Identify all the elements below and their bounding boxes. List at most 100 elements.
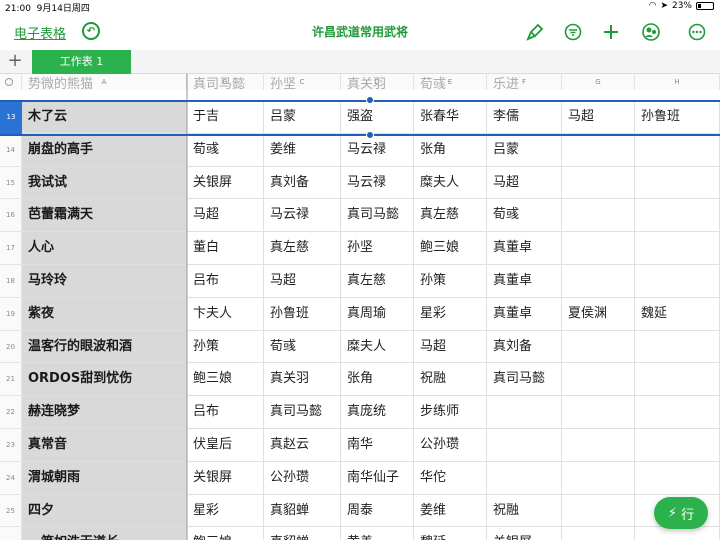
row-header-23[interactable]: 23 bbox=[0, 429, 22, 462]
general-cell[interactable] bbox=[487, 429, 562, 462]
general-cell[interactable]: 荀彧 bbox=[264, 330, 341, 364]
row-header-25[interactable]: 25 bbox=[0, 494, 22, 528]
column-header-f[interactable]: F bbox=[487, 74, 562, 90]
general-cell[interactable]: 吕布 bbox=[187, 396, 264, 429]
player-name-cell[interactable]: 四夕 bbox=[22, 494, 187, 528]
general-cell[interactable] bbox=[487, 461, 562, 495]
general-cell[interactable]: 关银屏 bbox=[187, 166, 264, 200]
player-name-cell[interactable]: ORDOS甜到忧伤 bbox=[22, 363, 187, 397]
add-sheet-button[interactable]: + bbox=[5, 50, 25, 74]
general-cell[interactable]: 真董卓 bbox=[487, 265, 562, 298]
column-header-a[interactable]: A bbox=[22, 74, 187, 90]
player-name-cell[interactable]: 木了云 bbox=[22, 101, 187, 134]
row-header-14[interactable]: 14 bbox=[0, 133, 22, 167]
player-name-cell[interactable]: 芭蕾霜满天 bbox=[22, 199, 187, 233]
general-cell[interactable]: 马超 bbox=[187, 199, 264, 233]
player-name-cell[interactable]: 温客行的眼波和酒 bbox=[22, 330, 187, 364]
general-cell[interactable]: 吕蒙 bbox=[487, 133, 562, 167]
general-cell[interactable]: 关银屏 bbox=[187, 461, 264, 495]
general-cell[interactable] bbox=[562, 363, 635, 397]
general-cell[interactable]: 糜夫人 bbox=[341, 330, 414, 364]
general-cell[interactable]: 南华 bbox=[341, 429, 414, 462]
general-cell[interactable] bbox=[562, 265, 635, 298]
general-cell[interactable]: 鲍三娘 bbox=[187, 363, 264, 397]
general-cell[interactable]: 魏延 bbox=[635, 297, 720, 331]
player-name-cell[interactable]: 我试试 bbox=[22, 166, 187, 200]
player-name-cell[interactable]: 一笑如浩无道长 bbox=[22, 527, 187, 540]
general-cell[interactable]: 华佗 bbox=[414, 461, 487, 495]
general-cell[interactable]: 公孙瓒 bbox=[264, 461, 341, 495]
sheet-tab[interactable]: 工作表 1 bbox=[32, 50, 131, 74]
filter-icon[interactable] bbox=[562, 21, 584, 43]
row-header-13[interactable]: 13 bbox=[0, 101, 22, 134]
general-cell[interactable]: 马超 bbox=[562, 101, 635, 134]
row-header-20[interactable]: 20 bbox=[0, 330, 22, 364]
general-cell[interactable]: 董白 bbox=[187, 232, 264, 265]
general-cell[interactable]: 真貂蝉 bbox=[264, 494, 341, 528]
general-cell[interactable]: 星彩 bbox=[414, 297, 487, 331]
general-cell[interactable]: 荀彧 bbox=[187, 133, 264, 167]
general-cell[interactable]: 公孙瓒 bbox=[414, 429, 487, 462]
row-header-17[interactable]: 17 bbox=[0, 232, 22, 265]
general-cell[interactable]: 真左慈 bbox=[341, 265, 414, 298]
player-name-cell[interactable]: 崩盘的高手 bbox=[22, 133, 187, 167]
selection-handle-top[interactable] bbox=[366, 96, 374, 104]
player-name-cell[interactable]: 紫夜 bbox=[22, 297, 187, 331]
general-cell[interactable]: 孙坚 bbox=[341, 232, 414, 265]
general-cell[interactable]: 关银屏 bbox=[487, 527, 562, 540]
general-cell[interactable]: 真司马懿 bbox=[341, 199, 414, 233]
general-cell[interactable]: 李儒 bbox=[487, 101, 562, 134]
general-cell[interactable]: 孙鲁班 bbox=[635, 101, 720, 134]
row-header-19[interactable]: 19 bbox=[0, 297, 22, 331]
general-cell[interactable] bbox=[562, 330, 635, 364]
general-cell[interactable]: 于吉 bbox=[187, 101, 264, 134]
general-cell[interactable]: 马超 bbox=[414, 330, 487, 364]
general-cell[interactable]: 步练师 bbox=[414, 396, 487, 429]
general-cell[interactable]: 真董卓 bbox=[487, 297, 562, 331]
general-cell[interactable]: 强盗 bbox=[341, 101, 414, 134]
general-cell[interactable] bbox=[635, 133, 720, 167]
general-cell[interactable] bbox=[487, 396, 562, 429]
general-cell[interactable]: 孙策 bbox=[187, 330, 264, 364]
general-cell[interactable]: 荀彧 bbox=[487, 199, 562, 233]
general-cell[interactable]: 星彩 bbox=[187, 494, 264, 528]
general-cell[interactable]: 真刘备 bbox=[264, 166, 341, 200]
selection-handle-bottom[interactable] bbox=[366, 130, 374, 139]
general-cell[interactable] bbox=[562, 133, 635, 167]
general-cell[interactable]: 吕蒙 bbox=[264, 101, 341, 134]
general-cell[interactable] bbox=[635, 232, 720, 265]
player-name-cell[interactable]: 人心 bbox=[22, 232, 187, 265]
column-header-c[interactable]: C bbox=[264, 74, 341, 90]
general-cell[interactable]: 鲍三娘 bbox=[414, 232, 487, 265]
column-header-g[interactable]: G bbox=[562, 74, 635, 90]
general-cell[interactable]: 真庞统 bbox=[341, 396, 414, 429]
general-cell[interactable]: 张角 bbox=[414, 133, 487, 167]
general-cell[interactable] bbox=[562, 166, 635, 200]
player-name-cell[interactable]: 真常音 bbox=[22, 429, 187, 462]
general-cell[interactable]: 马云禄 bbox=[341, 166, 414, 200]
general-cell[interactable]: 魏延 bbox=[414, 527, 487, 540]
general-cell[interactable]: 南华仙子 bbox=[341, 461, 414, 495]
general-cell[interactable]: 真董卓 bbox=[487, 232, 562, 265]
general-cell[interactable] bbox=[635, 527, 720, 540]
general-cell[interactable]: 马云禄 bbox=[264, 199, 341, 233]
general-cell[interactable] bbox=[562, 396, 635, 429]
select-all-corner[interactable] bbox=[0, 74, 22, 90]
general-cell[interactable]: 夏侯渊 bbox=[562, 297, 635, 331]
general-cell[interactable]: 孙策 bbox=[414, 265, 487, 298]
general-cell[interactable] bbox=[562, 527, 635, 540]
spreadsheet-grid[interactable]: A B C D E F G H 势微的熊猫 真司马懿 孙坚 真关羽 荀彧 乐进 13 木了云 于吉 吕蒙 强盗 张春华… bbox=[0, 74, 720, 540]
general-cell[interactable] bbox=[635, 429, 720, 462]
general-cell[interactable] bbox=[635, 330, 720, 364]
general-cell[interactable]: 卞夫人 bbox=[187, 297, 264, 331]
general-cell[interactable]: 姜维 bbox=[264, 133, 341, 167]
general-cell[interactable]: 真刘备 bbox=[487, 330, 562, 364]
general-cell[interactable] bbox=[635, 396, 720, 429]
collaborate-icon[interactable] bbox=[640, 21, 662, 43]
row-header-18[interactable]: 18 bbox=[0, 265, 22, 298]
general-cell[interactable]: 真左慈 bbox=[414, 199, 487, 233]
general-cell[interactable]: 真貂蝉 bbox=[264, 527, 341, 540]
row-header-26[interactable]: 26 bbox=[0, 527, 22, 540]
general-cell[interactable]: 马超 bbox=[264, 265, 341, 298]
player-name-cell[interactable]: 渭城朝雨 bbox=[22, 461, 187, 495]
